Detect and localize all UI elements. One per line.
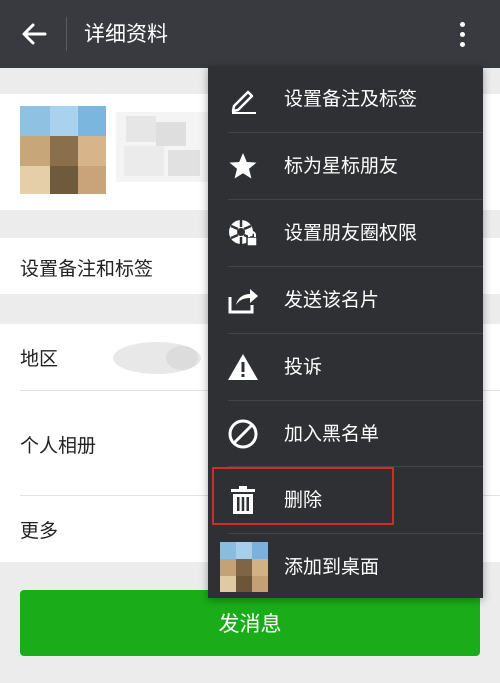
share-icon [226, 283, 260, 317]
header-divider [66, 17, 67, 51]
avatar[interactable] [20, 106, 106, 194]
blurred-name [116, 112, 208, 182]
more-label: 更多 [20, 520, 59, 542]
menu-item-label: 投诉 [284, 356, 323, 378]
back-button[interactable] [14, 14, 54, 54]
menu-item-label: 标为星标朋友 [284, 155, 399, 177]
block-icon [226, 417, 260, 451]
menu-item-label: 发送该名片 [284, 289, 380, 311]
menu-item-set-remark-tags[interactable]: 设置备注及标签 [208, 66, 483, 132]
avatar-thumbnail-icon [220, 542, 268, 592]
pencil-icon [226, 82, 260, 116]
arrow-left-icon [22, 23, 47, 45]
blurred-region-value [113, 342, 201, 374]
menu-item-add-to-desktop[interactable]: 添加到桌面 [208, 534, 483, 600]
remark-tags-label: 设置备注和标签 [20, 258, 154, 280]
warning-icon [226, 350, 260, 384]
menu-item-report[interactable]: 投诉 [208, 334, 483, 400]
menu-item-blacklist[interactable]: 加入黑名单 [208, 401, 483, 467]
delete-highlight-box [212, 467, 394, 525]
overflow-menu: 设置备注及标签 标为星标朋友 设置朋友圈权限 发送该名片 投诉 加入黑名单 删除… [208, 66, 483, 598]
menu-item-label: 加入黑名单 [284, 423, 380, 445]
menu-item-label: 设置朋友圈权限 [284, 222, 418, 244]
top-app-bar: 详细资料 [0, 0, 500, 68]
menu-item-send-card[interactable]: 发送该名片 [208, 267, 483, 333]
moments-permission-icon [226, 216, 260, 250]
menu-item-label: 添加到桌面 [284, 556, 380, 578]
page-title: 详细资料 [84, 22, 168, 46]
menu-item-star-friend[interactable]: 标为星标朋友 [208, 133, 483, 199]
menu-item-label: 设置备注及标签 [284, 88, 418, 110]
more-options-button[interactable] [448, 14, 476, 54]
menu-item-moments-permission[interactable]: 设置朋友圈权限 [208, 200, 483, 266]
more-vert-icon [459, 21, 465, 27]
region-label: 地区 [20, 348, 59, 370]
star-icon [226, 149, 260, 183]
album-label: 个人相册 [20, 435, 97, 457]
